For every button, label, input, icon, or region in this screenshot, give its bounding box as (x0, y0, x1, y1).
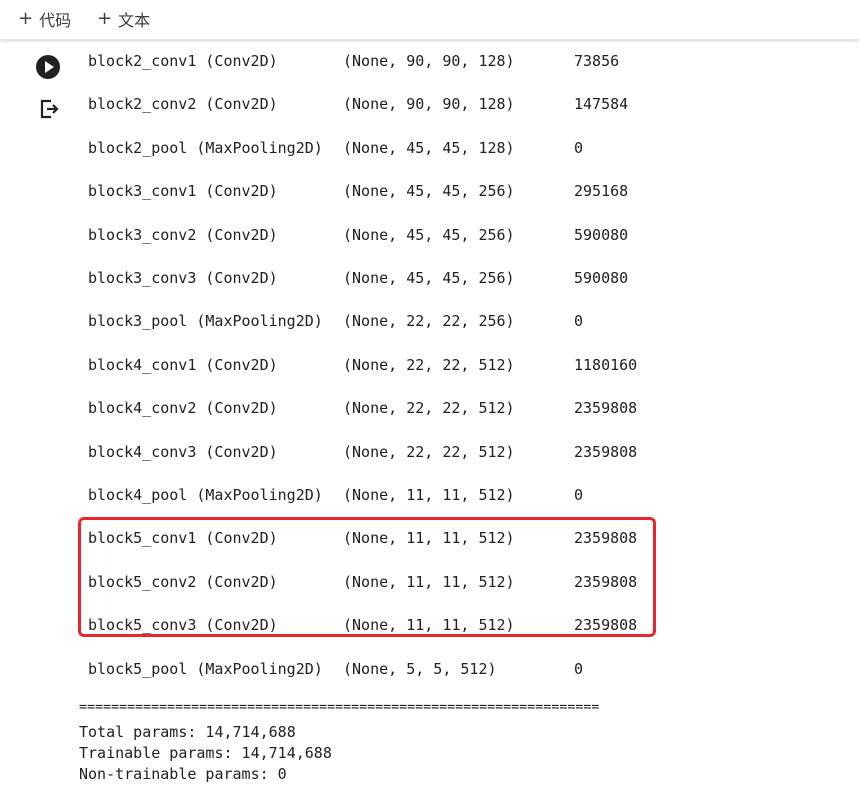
table-row: block3_conv1 (Conv2D) (None, 45, 45, 256)… (88, 180, 668, 202)
output-shape: (None, 5, 5, 512) (343, 659, 497, 678)
layer-name: block4_conv2 (Conv2D) (88, 399, 278, 418)
layer-name: block2_pool (MaxPooling2D) (88, 138, 323, 157)
output-shape: (None, 45, 45, 128) (343, 138, 515, 157)
param-count: 2359808 (574, 399, 638, 418)
add-code-label: 代码 (39, 13, 72, 30)
param-count: 147584 (574, 95, 629, 114)
output-shape: (None, 45, 45, 256) (343, 269, 515, 287)
param-count: 73856 (574, 52, 620, 70)
output-redirect-icon[interactable] (38, 98, 60, 120)
layer-name: block2_conv1 (Conv2D) (88, 52, 278, 70)
add-code-button[interactable]: + 代码 (18, 8, 72, 31)
table-row: block2_conv1 (Conv2D) (None, 90, 90, 128)… (88, 50, 668, 72)
table-row: block5_pool (MaxPooling2D) (None, 5, 5, 5… (88, 658, 668, 680)
layer-name: block3_conv3 (Conv2D) (88, 269, 278, 287)
output-shape: (None, 11, 11, 512) (343, 486, 515, 504)
layer-name: block4_conv1 (Conv2D) (88, 355, 278, 374)
highlight-box-block5 (78, 517, 656, 637)
table-row: block2_conv2 (Conv2D) (None, 90, 90, 128)… (88, 93, 668, 115)
output-shape: (None, 45, 45, 256) (343, 225, 515, 244)
param-count: 0 (574, 138, 584, 157)
param-count: 2359808 (574, 442, 638, 461)
table-row: block3_conv3 (Conv2D) (None, 45, 45, 256)… (88, 267, 668, 289)
layer-name: block2_conv2 (Conv2D) (88, 95, 278, 114)
param-count: 590080 (574, 225, 629, 244)
table-row: block4_conv1 (Conv2D) (None, 22, 22, 512)… (88, 354, 668, 376)
layer-name: block4_pool (MaxPooling2D) (88, 486, 323, 504)
run-cell-button[interactable] (36, 55, 60, 79)
layer-name: block4_conv3 (Conv2D) (88, 442, 278, 461)
table-row: block3_pool (MaxPooling2D) (None, 22, 22,… (88, 310, 668, 332)
output-shape: (None, 22, 22, 512) (343, 442, 515, 461)
param-count: 1180160 (574, 355, 638, 374)
layer-name: block3_conv1 (Conv2D) (88, 182, 278, 201)
output-shape: (None, 22, 22, 512) (343, 355, 515, 374)
plus-icon: + (18, 8, 34, 29)
layer-name: block5_pool (MaxPooling2D) (88, 659, 323, 678)
trainable-params: Trainable params: 14,714,688 (79, 744, 332, 762)
table-row: block3_conv2 (Conv2D) (None, 45, 45, 256)… (88, 224, 668, 246)
output-shape: (None, 22, 22, 512) (343, 399, 515, 418)
output-shape: (None, 45, 45, 256) (343, 182, 515, 201)
param-count: 0 (574, 486, 584, 504)
param-count: 295168 (574, 182, 629, 201)
param-count: 590080 (574, 269, 629, 287)
plus-icon: + (97, 8, 113, 29)
non-trainable-params: Non-trainable params: 0 (79, 765, 287, 783)
notebook-toolbar: + 代码 + 文本 (0, 0, 859, 40)
output-shape: (None, 22, 22, 256) (343, 312, 515, 331)
output-shape: (None, 90, 90, 128) (343, 52, 515, 70)
layer-name: block3_pool (MaxPooling2D) (88, 312, 323, 331)
total-params: Total params: 14,714,688 (79, 723, 296, 741)
param-count: 0 (574, 659, 584, 678)
summary-separator: ========================================… (79, 700, 600, 715)
table-row: block4_conv3 (Conv2D) (None, 22, 22, 512)… (88, 441, 668, 463)
param-count: 0 (574, 312, 584, 331)
layer-name: block3_conv2 (Conv2D) (88, 225, 278, 244)
output-shape: (None, 90, 90, 128) (343, 95, 515, 114)
table-row: block4_pool (MaxPooling2D) (None, 11, 11,… (88, 484, 668, 506)
add-text-label: 文本 (118, 13, 151, 30)
table-row: block2_pool (MaxPooling2D) (None, 45, 45,… (88, 137, 668, 159)
table-row: block4_conv2 (Conv2D) (None, 22, 22, 512)… (88, 397, 668, 419)
add-text-button[interactable]: + 文本 (97, 8, 151, 31)
